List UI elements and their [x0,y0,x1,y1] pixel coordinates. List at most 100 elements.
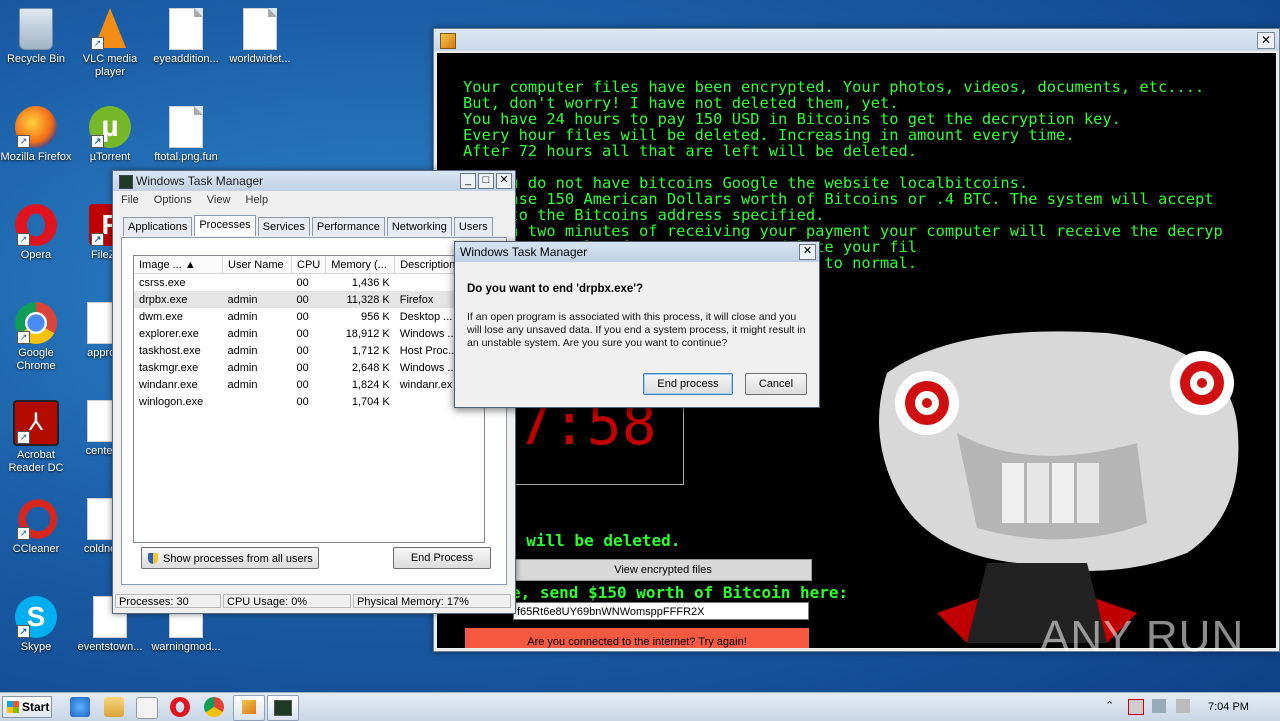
task-manager-titlebar[interactable]: Windows Task Manager _ □ ✕ [113,171,515,191]
tab-applications[interactable]: Applications [123,217,193,236]
menu-file[interactable]: File [121,194,139,206]
chrome-icon: ↗ [15,302,57,344]
ccleaner-icon: ↗ [15,498,57,540]
taskbar-ransom-app[interactable] [233,695,265,721]
desktop-icon-label: Google Chrome [16,347,56,372]
send-bitcoin-text: e, send $150 worth of Bitcoin here: [507,583,853,602]
utorrent-icon: µ ↗ [89,106,131,148]
recycle-bin-icon [19,8,53,50]
folder-icon[interactable] [104,697,124,717]
ie-icon[interactable] [70,697,90,717]
ransom-titlebar[interactable]: ✕ [434,29,1279,51]
network-icon[interactable] [1152,699,1166,713]
desktop-icon-file[interactable]: worldwidet... [224,8,296,66]
column-memory[interactable]: Memory (... [325,256,396,274]
desktop-icon-label: Opera [20,249,52,261]
menu-options[interactable]: Options [154,194,192,206]
desktop-icon-label: Skype [20,641,52,653]
tab-processes[interactable]: Processes [194,215,256,236]
view-encrypted-files-button[interactable]: View encrypted files [514,559,812,581]
desktop-icon-ccleaner[interactable]: ↗ CCleaner [0,498,72,556]
task-manager-icon [119,175,133,189]
table-row[interactable]: csrss.exe 00 1,436 K [134,274,484,292]
close-button[interactable]: ✕ [1257,32,1275,49]
tab-networking[interactable]: Networking [386,217,452,236]
tray-expand-icon[interactable]: ⌃ [1105,699,1114,712]
desktop-icon-acrobat[interactable]: ⅄ ↗ Acrobat Reader DC [0,400,72,475]
desktop-icon-vlc[interactable]: ↗ VLC media player [74,8,146,79]
minimize-button[interactable]: _ [460,173,476,189]
tab-services[interactable]: Services [257,217,310,236]
desktop-icon-label: VLC media player [82,53,138,78]
opera-icon[interactable] [170,697,190,717]
column-user-name[interactable]: User Name [222,256,292,274]
show-all-users-label: Show processes from all users [163,553,313,565]
file-icon [165,106,207,148]
action-center-icon[interactable] [1128,699,1144,715]
desktop-icon-label: Mozilla Firefox [0,151,72,163]
desktop-icon-label: CCleaner [12,543,60,555]
vlc-icon: ↗ [89,8,131,50]
taskbar-task-manager[interactable] [267,695,299,721]
retry-connection-button[interactable]: Are you connected to the internet? Try a… [465,628,809,648]
menu-view[interactable]: View [207,194,231,206]
file-icon [239,8,281,50]
desktop-icon-utorrent[interactable]: µ ↗ µTorrent [74,106,146,164]
media-player-icon[interactable] [136,697,158,719]
end-process-button[interactable]: End Process [393,547,491,569]
chrome-icon[interactable] [204,697,224,717]
cancel-button[interactable]: Cancel [745,373,807,395]
column-image[interactable]: Image ... ▲ [134,256,223,274]
tab-performance[interactable]: Performance [311,217,385,236]
desktop-icon-label: worldwidet... [229,53,291,65]
volume-icon[interactable] [1176,699,1190,713]
sort-up-icon: ▲ [184,258,196,271]
desktop-icon-file[interactable]: eyeaddition... [150,8,222,66]
dialog-question: Do you want to end 'drpbx.exe'? [467,283,644,295]
opera-icon: ↗ [15,204,57,246]
table-row[interactable]: taskmgr.exe admin 00 2,648 K Windows ... [134,359,484,376]
tab-users[interactable]: Users [453,217,493,236]
process-list[interactable]: Image ... ▲ User Name CPU Memory (... De… [133,255,485,543]
close-button[interactable]: ✕ [799,244,816,260]
dialog-titlebar[interactable]: Windows Task Manager ✕ [455,242,819,262]
clock[interactable]: 7:04 PM [1208,701,1249,713]
skype-icon: S ↗ [15,596,57,638]
show-all-users-button[interactable]: Show processes from all users [141,547,319,569]
table-row[interactable]: explorer.exe admin 00 18,912 K Windows ... [134,325,484,342]
start-button[interactable]: Start [2,696,52,718]
jigsaw-image [807,313,1267,648]
table-row[interactable]: dwm.exe admin 00 956 K Desktop ... [134,308,484,325]
start-label: Start [22,700,50,714]
app-icon [440,33,456,49]
desktop-icon-skype[interactable]: S ↗ Skype [0,596,72,654]
desktop-icon-label: eventstown... [77,641,143,653]
process-list-header: Image ... ▲ User Name CPU Memory (... De… [134,256,484,274]
uac-shield-icon [148,553,158,564]
close-button[interactable]: ✕ [496,173,512,189]
table-row[interactable]: drpbx.exe admin 00 11,328 K Firefox [134,291,484,308]
end-process-confirm-button[interactable]: End process [643,373,733,395]
desktop-icon-recycle-bin[interactable]: Recycle Bin [0,8,72,66]
desktop-icon-chrome[interactable]: ↗ Google Chrome [0,302,72,373]
watermark-logo: ANY RUN [1040,612,1245,661]
taskbar: Start ⌃ 7:04 PM [0,692,1280,721]
menu-help[interactable]: Help [246,194,269,206]
file-icon [165,8,207,50]
status-memory: Physical Memory: 17% [353,594,511,608]
status-bar: Processes: 30 CPU Usage: 0% Physical Mem… [115,594,511,610]
desktop-icon-opera[interactable]: ↗ Opera [0,204,72,262]
dialog-message: If an open program is associated with th… [467,311,806,349]
status-cpu: CPU Usage: 0% [223,594,351,608]
maximize-button[interactable]: □ [478,173,494,189]
bitcoin-address-field[interactable]: f65Rt6e8UY69bnWNWomsppFFFR2X [513,602,809,620]
desktop-icon-firefox[interactable]: ↗ Mozilla Firefox [0,106,72,164]
table-row[interactable]: winlogon.exe 00 1,704 K [134,393,484,410]
table-row[interactable]: windanr.exe admin 00 1,824 Kwindanr.ex [134,376,484,393]
menu-bar: File Options View Help [113,191,515,209]
desktop-icon-file[interactable]: ftotal.png.fun [150,106,222,164]
desktop-icon-label: Recycle Bin [6,53,66,65]
column-cpu[interactable]: CPU [291,256,327,274]
windows-logo-icon [7,701,19,713]
table-row[interactable]: taskhost.exe admin 00 1,712 K Host Proc... [134,342,484,359]
